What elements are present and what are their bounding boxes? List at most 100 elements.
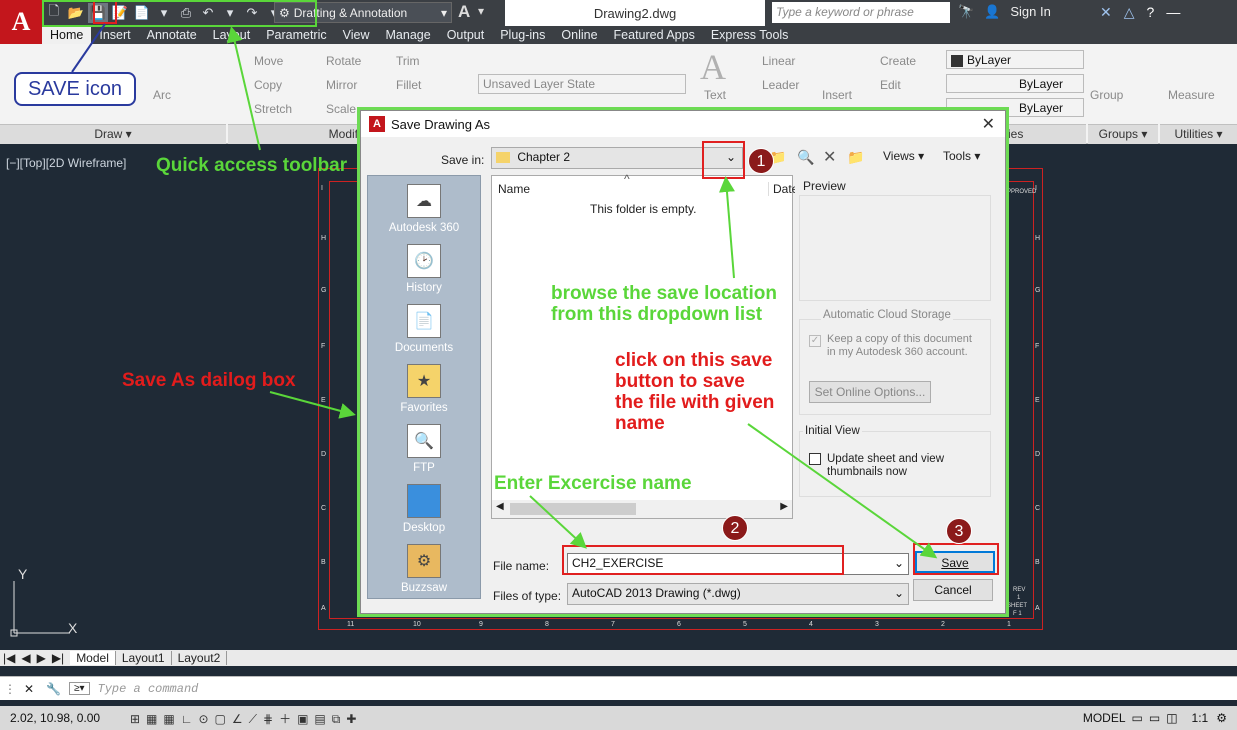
text-tool-icon[interactable]: A xyxy=(700,46,726,88)
copy-tool[interactable]: Copy xyxy=(254,78,282,92)
title-block-sheet-no: F 1 xyxy=(1013,611,1022,617)
measure-tool[interactable]: Measure xyxy=(1168,88,1215,102)
sheet-row-label: A xyxy=(1035,605,1040,612)
create-block-tool[interactable]: Create xyxy=(880,54,916,68)
mirror-tool[interactable]: Mirror xyxy=(326,78,357,92)
arc-tool[interactable]: Arc xyxy=(153,88,171,102)
file-name-label: File name: xyxy=(493,559,550,573)
text-style-icon[interactable]: A xyxy=(458,2,470,22)
tab-model[interactable]: Model xyxy=(70,651,116,665)
group-tool[interactable]: Group xyxy=(1090,88,1123,102)
nav-first-icon[interactable]: |◀ xyxy=(0,651,18,665)
autodesk-360-icon[interactable]: △ xyxy=(1124,4,1135,21)
tab-layout2[interactable]: Layout2 xyxy=(172,651,228,665)
place-history[interactable]: 🕑 History xyxy=(368,244,480,294)
leader-tool[interactable]: Leader xyxy=(762,78,799,92)
fillet-tool[interactable]: Fillet xyxy=(396,78,421,92)
scroll-thumb[interactable] xyxy=(510,503,636,515)
place-autodesk-360[interactable]: ☁ Autodesk 360 xyxy=(368,184,480,234)
scroll-right-icon[interactable]: ▶ xyxy=(780,501,788,512)
move-tool[interactable]: Move xyxy=(254,54,283,68)
place-ftp[interactable]: 🔍 FTP xyxy=(368,424,480,474)
sheet-col-label: 6 xyxy=(677,621,681,628)
nav-prev-icon[interactable]: ◀ xyxy=(18,651,33,665)
tab-view[interactable]: View xyxy=(335,26,378,44)
panel-utilities[interactable]: Utilities ▾ xyxy=(1160,124,1237,144)
viewport-controls[interactable]: [−][Top][2D Wireframe] xyxy=(6,156,126,170)
views-menu[interactable]: Views ▾ xyxy=(883,149,924,163)
place-documents[interactable]: 📄 Documents xyxy=(368,304,480,354)
panel-groups-label: Groups xyxy=(1098,127,1138,141)
command-input[interactable]: Type a command xyxy=(90,682,199,696)
user-icon[interactable]: 👤 xyxy=(984,4,1000,20)
wrench-icon[interactable]: 🔧 xyxy=(38,682,69,696)
tab-home[interactable]: Home xyxy=(42,26,92,44)
column-name-header[interactable]: Name xyxy=(498,182,530,196)
search-input[interactable]: Type a keyword or phrase xyxy=(772,2,950,23)
panel-modify[interactable]: Modif xyxy=(228,124,362,144)
help-icon[interactable]: ? xyxy=(1147,4,1155,21)
layer-state-dropdown[interactable]: Unsaved Layer State xyxy=(478,74,686,94)
linetype-dropdown[interactable]: ByLayer xyxy=(946,74,1084,93)
tools-menu[interactable]: Tools ▾ xyxy=(943,149,980,163)
tab-online[interactable]: Online xyxy=(553,26,605,44)
close-icon[interactable]: ✕ xyxy=(982,114,995,134)
tab-express-tools[interactable]: Express Tools xyxy=(703,26,797,44)
chevron-down-icon[interactable]: ▾ xyxy=(478,4,484,18)
scroll-left-icon[interactable]: ◀ xyxy=(496,501,504,512)
application-menu-button[interactable]: A xyxy=(0,0,42,44)
delete-icon[interactable]: ✕ xyxy=(823,147,836,167)
nav-last-icon[interactable]: ▶| xyxy=(49,651,70,665)
tab-parametric[interactable]: Parametric xyxy=(258,26,334,44)
update-thumbnails-checkbox[interactable] xyxy=(809,453,821,465)
insert-block-tool[interactable]: Insert xyxy=(822,88,852,102)
file-list[interactable]: Name ^ Date This folder is empty. ◀ ▶ xyxy=(491,172,798,519)
tab-layout[interactable]: Layout xyxy=(205,26,259,44)
tab-layout1[interactable]: Layout1 xyxy=(116,651,172,665)
panel-draw[interactable]: Draw ▾ xyxy=(0,124,226,144)
linear-tool[interactable]: Linear xyxy=(762,54,795,68)
cloud-check-label: Keep a copy of this document in my Autod… xyxy=(827,333,972,358)
scale-tool[interactable]: Scale xyxy=(326,102,356,116)
rotate-tool[interactable]: Rotate xyxy=(326,54,361,68)
place-label: Favorites xyxy=(400,402,448,414)
panel-properties[interactable]: ies xyxy=(1006,124,1086,144)
new-folder-icon[interactable]: 📁 xyxy=(847,149,864,166)
step-badge-3: 3 xyxy=(946,518,972,544)
annotation-scale[interactable]: 1:1 xyxy=(1184,711,1217,725)
panel-draw-label: Draw xyxy=(94,127,123,141)
model-space-toggle[interactable]: MODEL xyxy=(1083,711,1132,725)
tab-featured-apps[interactable]: Featured Apps xyxy=(606,26,703,44)
tab-plugins[interactable]: Plug-ins xyxy=(492,26,553,44)
cancel-button[interactable]: Cancel xyxy=(913,579,993,601)
trim-tool[interactable]: Trim xyxy=(396,54,420,68)
panel-groups[interactable]: Groups ▾ xyxy=(1088,124,1158,144)
minimize-icon[interactable]: — xyxy=(1166,4,1180,21)
nav-next-icon[interactable]: ▶ xyxy=(34,651,49,665)
set-online-options-button[interactable]: Set Online Options... xyxy=(809,381,931,403)
place-favorites[interactable]: ★ Favorites xyxy=(368,364,480,414)
tab-insert[interactable]: Insert xyxy=(91,26,138,44)
file-type-value: AutoCAD 2013 Drawing (*.dwg) xyxy=(572,586,741,600)
cloud-check-box[interactable]: ✓ xyxy=(809,335,821,347)
preview-pane: Preview Automatic Cloud Storage ✓ Keep a… xyxy=(795,175,995,505)
search-icon[interactable]: 🔍 xyxy=(797,149,814,166)
edit-block-tool[interactable]: Edit xyxy=(880,78,901,92)
sign-in-link[interactable]: Sign In xyxy=(1010,4,1050,20)
exchange-icon[interactable]: ✕ xyxy=(1100,4,1112,21)
place-desktop[interactable]: Desktop xyxy=(368,484,480,534)
binoculars-icon[interactable]: 🔭 xyxy=(958,4,974,20)
stretch-tool[interactable]: Stretch xyxy=(254,102,292,116)
file-type-dropdown[interactable]: AutoCAD 2013 Drawing (*.dwg) ⌄ xyxy=(567,583,909,605)
text-tool[interactable]: Text xyxy=(704,88,726,102)
tab-manage[interactable]: Manage xyxy=(378,26,439,44)
place-buzzsaw[interactable]: ⚙ Buzzsaw xyxy=(368,544,480,594)
settings-icon[interactable]: ⚙ xyxy=(1216,711,1237,725)
horizontal-scrollbar[interactable]: ◀ ▶ xyxy=(492,500,792,518)
tab-output[interactable]: Output xyxy=(439,26,493,44)
color-dropdown[interactable]: ByLayer xyxy=(946,50,1084,69)
command-prompt-icon[interactable]: ≥▾ xyxy=(69,682,90,695)
close-icon[interactable]: ✕ xyxy=(20,682,38,696)
column-date-header[interactable]: Date xyxy=(768,182,798,196)
tab-annotate[interactable]: Annotate xyxy=(139,26,205,44)
